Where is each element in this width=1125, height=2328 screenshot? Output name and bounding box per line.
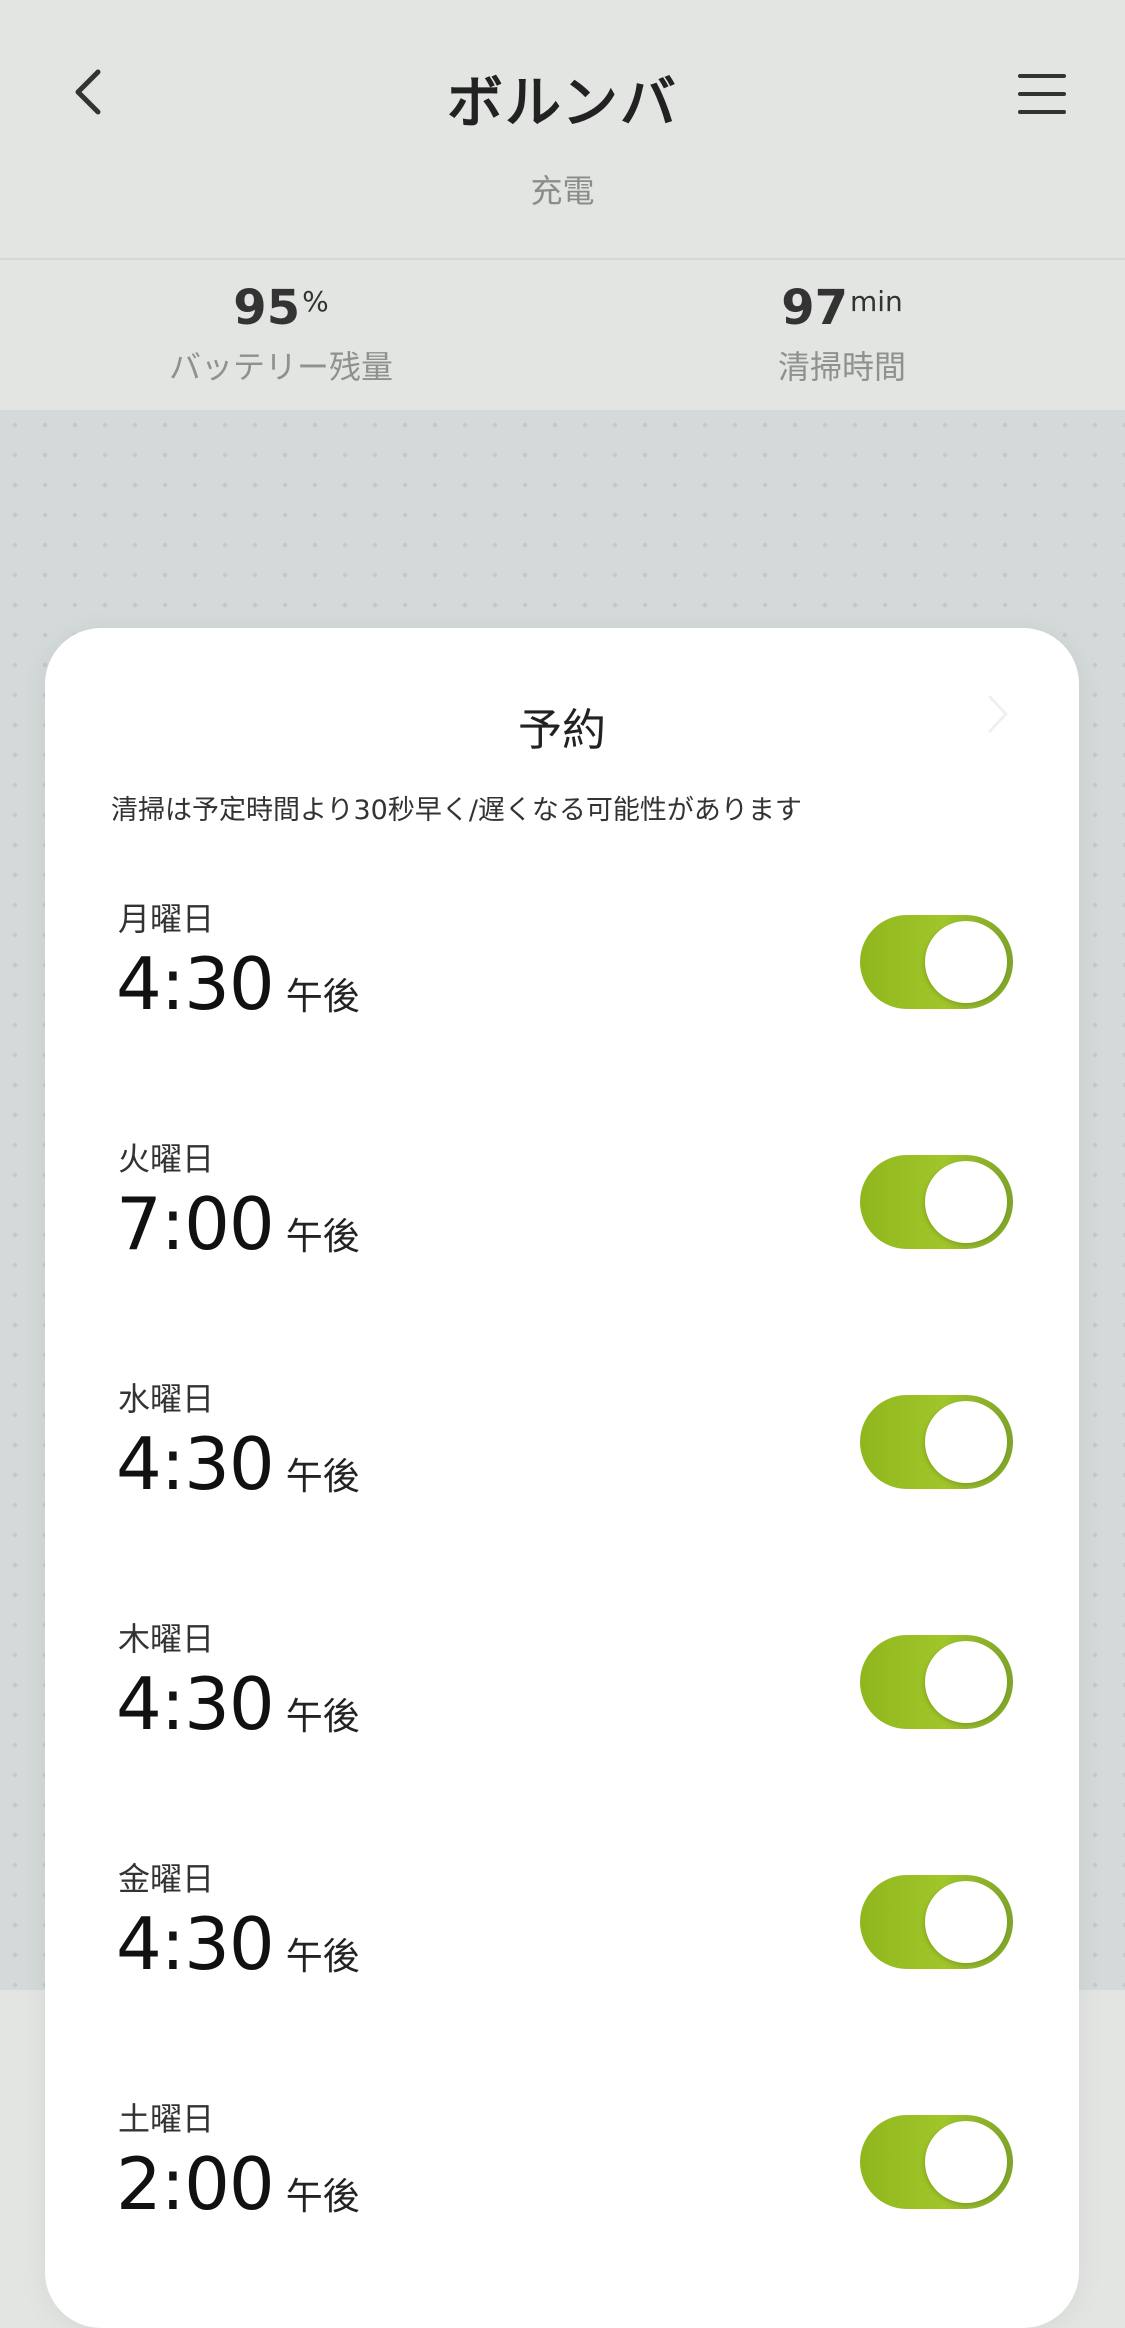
time-value: 4:30 (116, 1902, 275, 1986)
device-status: 充電 (530, 172, 595, 210)
toggle-knob (925, 1401, 1007, 1483)
schedule-row-thursday[interactable]: 木曜日 4:30 午後 (45, 1598, 1079, 1838)
saturday-toggle[interactable] (860, 2115, 1013, 2209)
stats-bar: 95% バッテリー残量 97min 清掃時間 (0, 260, 1125, 410)
toggle-knob (925, 1641, 1007, 1723)
schedule-title: 予約 (518, 705, 606, 756)
toggle-knob (925, 1161, 1007, 1243)
day-label: 金曜日 (118, 1860, 215, 1898)
time-value: 4:30 (116, 1422, 275, 1506)
menu-button[interactable] (1010, 62, 1074, 126)
time-value: 2:00 (116, 2142, 275, 2226)
day-label: 水曜日 (118, 1380, 215, 1418)
page-title: ボルンバ (447, 71, 678, 136)
battery-unit: % (302, 285, 329, 318)
battery-label: バッテリー残量 (168, 348, 393, 386)
day-label: 月曜日 (118, 900, 215, 938)
time-value: 7:00 (116, 1182, 275, 1266)
time-ampm: 午後 (285, 1455, 360, 1498)
time-ampm: 午後 (285, 1215, 360, 1258)
tuesday-toggle[interactable] (860, 1155, 1013, 1249)
toggle-knob (925, 1881, 1007, 1963)
schedule-row-tuesday[interactable]: 火曜日 7:00 午後 (45, 1118, 1079, 1358)
toggle-knob (925, 2121, 1007, 2203)
day-label: 土曜日 (118, 2100, 215, 2138)
hamburger-menu-icon (1018, 74, 1066, 114)
schedule-sheet: 予約 清掃は予定時間より30秒早く/遅くなる可能性があります 月曜日 4:30 午… (45, 628, 1079, 2328)
time-ampm: 午後 (285, 975, 360, 1018)
time-value: 4:30 (116, 1662, 275, 1746)
schedule-row-friday[interactable]: 金曜日 4:30 午後 (45, 1838, 1079, 2078)
wednesday-toggle[interactable] (860, 1395, 1013, 1489)
time-ampm: 午後 (285, 2175, 360, 2218)
sheet-next-button[interactable] (977, 684, 1017, 744)
day-label: 火曜日 (118, 1140, 215, 1178)
time-value: 4:30 (116, 942, 275, 1026)
schedule-row-wednesday[interactable]: 水曜日 4:30 午後 (45, 1358, 1079, 1598)
chevron-right-icon (988, 695, 1008, 733)
schedule-row-monday[interactable]: 月曜日 4:30 午後 (45, 878, 1079, 1118)
monday-toggle[interactable] (860, 915, 1013, 1009)
day-label: 木曜日 (118, 1620, 215, 1658)
schedule-note: 清掃は予定時間より30秒早く/遅くなる可能性があります (111, 795, 802, 826)
battery-stat: 95% バッテリー残量 (81, 278, 481, 388)
app-header: ボルンバ 充電 (0, 0, 1125, 260)
cleaning-time-stat: 97min 清掃時間 (642, 278, 1042, 388)
cleaning-time-unit: min (849, 285, 903, 318)
schedule-row-saturday[interactable]: 土曜日 2:00 午後 (45, 2078, 1079, 2318)
thursday-toggle[interactable] (860, 1635, 1013, 1729)
cleaning-time-value: 97 (781, 280, 848, 336)
toggle-knob (925, 921, 1007, 1003)
time-ampm: 午後 (285, 1695, 360, 1738)
battery-value: 95 (233, 280, 301, 336)
time-ampm: 午後 (285, 1935, 360, 1978)
friday-toggle[interactable] (860, 1875, 1013, 1969)
cleaning-time-label: 清掃時間 (777, 348, 906, 386)
